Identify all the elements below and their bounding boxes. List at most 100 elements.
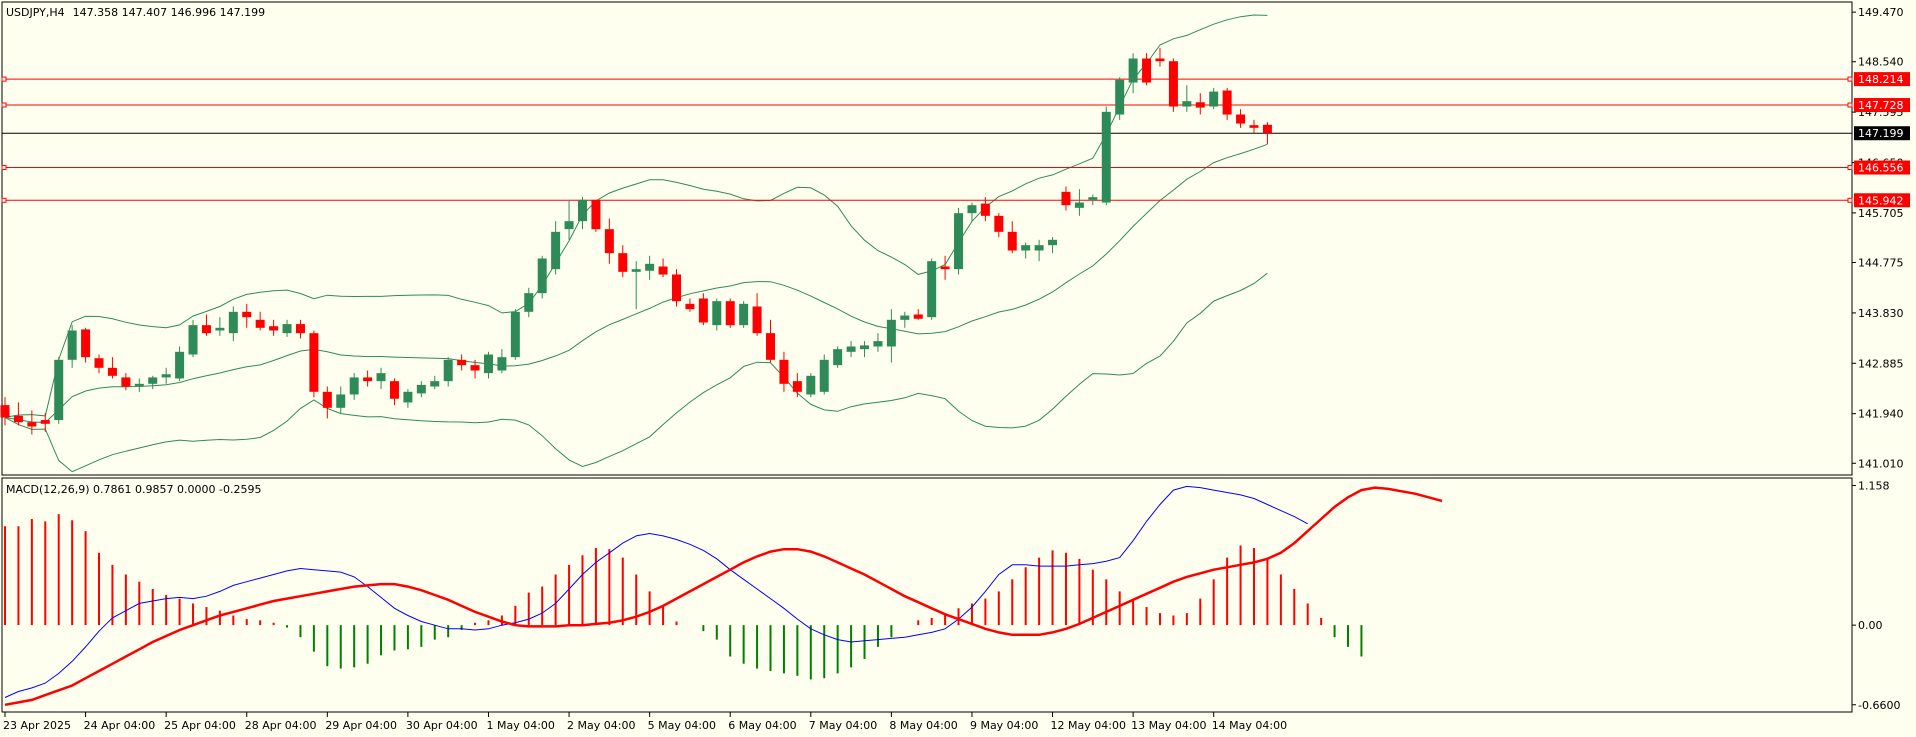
bull-candle	[1034, 245, 1044, 251]
level-anchor[interactable]	[1, 102, 7, 108]
bear-candle	[363, 377, 373, 382]
bull-candle	[927, 261, 937, 318]
bull-candle	[873, 341, 883, 347]
symbol-label: USDJPY,H4	[6, 6, 65, 19]
bull-candle	[336, 394, 346, 408]
bear-candle	[1262, 124, 1272, 134]
bull-candle	[416, 384, 426, 394]
bull-candle	[577, 199, 587, 222]
bear-candle	[470, 365, 480, 371]
price-tick-label: 142.885	[1858, 357, 1904, 370]
bull-candle	[860, 345, 870, 350]
bear-candle	[27, 422, 37, 427]
bear-candle	[389, 381, 399, 399]
bull-candle	[430, 381, 440, 387]
bear-candle	[295, 324, 305, 334]
price-tick-label: 144.775	[1858, 256, 1904, 269]
bull-candle	[1115, 79, 1125, 115]
bull-candle	[1074, 202, 1084, 208]
bear-candle	[81, 329, 91, 358]
bear-candle	[255, 319, 265, 328]
bull-candle	[551, 231, 561, 270]
bear-candle	[980, 203, 990, 216]
level-anchor[interactable]	[1, 76, 7, 82]
price-tick-label: 141.010	[1858, 457, 1904, 470]
bull-candle	[161, 374, 171, 378]
time-tick-label: 1 May 04:00	[486, 719, 554, 732]
level-anchor[interactable]	[1847, 197, 1853, 203]
bull-candle	[806, 375, 816, 395]
time-tick-label: 6 May 04:00	[728, 719, 796, 732]
level-tag: 146.556	[1858, 162, 1904, 175]
bear-candle	[309, 333, 319, 392]
bull-candle	[1088, 197, 1098, 200]
bull-candle	[524, 293, 534, 312]
bull-candle	[1182, 101, 1192, 107]
bull-candle	[739, 303, 749, 326]
time-tick-label: 29 Apr 04:00	[325, 719, 397, 732]
bull-candle	[537, 258, 547, 294]
level-tag: 148.214	[1858, 73, 1904, 86]
macd-tick-label: 0.00	[1858, 619, 1883, 632]
time-tick-label: 7 May 04:00	[809, 719, 877, 732]
level-anchor[interactable]	[1847, 76, 1853, 82]
bull-candle	[349, 377, 359, 395]
bear-candle	[457, 359, 467, 366]
bear-candle	[752, 306, 762, 334]
current-price-tag: 147.199	[1858, 127, 1904, 140]
bear-candle	[1142, 58, 1152, 83]
price-tick-label: 149.470	[1858, 6, 1904, 19]
bull-candle	[188, 325, 198, 355]
bear-candle	[792, 381, 802, 392]
level-tag: 147.728	[1858, 99, 1904, 112]
bear-candle	[121, 377, 131, 387]
bull-candle	[1209, 91, 1219, 107]
bear-candle	[1236, 114, 1246, 124]
bear-candle	[1222, 90, 1232, 115]
bear-candle	[940, 266, 950, 270]
ohlc-label: 147.358 147.407 146.996 147.199	[73, 6, 265, 19]
price-tick-label: 148.540	[1858, 56, 1904, 69]
bear-candle	[779, 359, 789, 384]
bull-candle	[645, 263, 655, 271]
bear-candle	[685, 303, 695, 310]
chart-header: USDJPY,H4 147.358 147.407 146.996 147.199	[6, 6, 265, 19]
bear-candle	[242, 311, 252, 318]
level-anchor[interactable]	[1847, 102, 1853, 108]
bear-candle	[658, 266, 668, 275]
time-tick-label: 14 May 04:00	[1212, 719, 1287, 732]
level-anchor[interactable]	[1847, 165, 1853, 171]
bull-candle	[819, 359, 829, 392]
price-tick-label: 143.830	[1858, 307, 1904, 320]
bull-candle	[1101, 111, 1111, 203]
macd-tick-label: -0.6600	[1858, 699, 1900, 712]
usdjpy-h4-chart[interactable]: 149.470148.540147.595146.650145.705144.7…	[0, 0, 1916, 737]
bear-candle	[725, 301, 735, 326]
time-tick-label: 8 May 04:00	[889, 719, 957, 732]
bull-candle	[833, 349, 843, 366]
level-anchor[interactable]	[1, 165, 7, 171]
bull-candle	[228, 311, 238, 334]
bull-candle	[282, 324, 292, 334]
time-tick-label: 28 Apr 04:00	[245, 719, 317, 732]
bear-candle	[672, 274, 681, 302]
time-tick-label: 2 May 04:00	[567, 719, 635, 732]
macd-header: MACD(12,26,9) 0.7861 0.9857 0.0000 -0.25…	[6, 483, 261, 496]
bull-candle	[900, 315, 910, 320]
bear-candle	[322, 391, 332, 408]
bull-candle	[483, 354, 493, 374]
bull-candle	[1021, 245, 1031, 251]
bull-candle	[134, 383, 144, 386]
bear-candle	[40, 420, 50, 424]
level-anchor[interactable]	[1, 197, 7, 203]
bear-candle	[201, 325, 211, 334]
bull-candle	[846, 346, 856, 352]
bull-candle	[510, 311, 520, 358]
bear-candle	[766, 333, 776, 360]
bull-candle	[215, 327, 225, 331]
bull-candle	[967, 205, 977, 214]
bear-candle	[1155, 58, 1165, 62]
time-tick-label: 24 Apr 04:00	[84, 719, 156, 732]
bull-candle	[1048, 239, 1058, 246]
bull-candle	[631, 269, 641, 272]
